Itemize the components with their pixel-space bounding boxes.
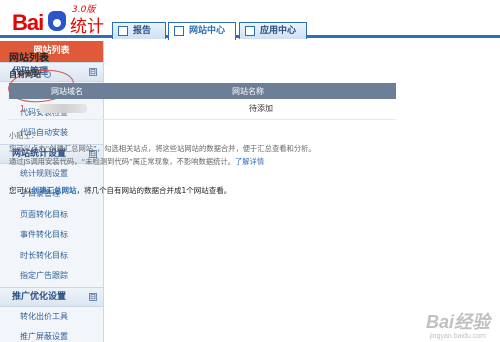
learn-more-link[interactable]: 了解详情 [235,157,264,166]
watermark-logo: Bai经验 [425,312,490,332]
row-index: 1 [9,99,29,120]
help-icon[interactable] [44,71,51,78]
tips-line: 通过JS调用安装代码，“未检测到代码”属正常现象，不影响数据统计。了解详情 [9,155,399,168]
tips-heading: 小贴士： [9,131,39,140]
tab-report[interactable]: 报告 [112,22,166,39]
own-sites-text: 自有网站 [9,70,41,79]
tab-site-center[interactable]: 网站中心 [168,22,236,40]
create-suffix: ，将几个自有网站的数据合并成1个网站查看。 [76,186,232,195]
sidebar-item-event-goal[interactable]: 事件转化目标 [0,225,103,246]
table-header-domain: 网站域名 [29,83,224,99]
sidebar-item-bid-tool[interactable]: 转化出价工具 [0,307,103,328]
tips-text: 通过JS调用安装代码，“未检测到代码”属正常现象，不影响数据统计。 [9,157,235,166]
tab-app-center[interactable]: 应用中心 [239,22,307,39]
tab-label: 报告 [133,26,152,36]
logo-version: 3.0版 [72,5,96,15]
top-header: Bai 统计 3.0版 报告 网站中心 应用中心 [0,0,500,40]
collapse-icon[interactable]: ⊟ [89,292,97,301]
table-row[interactable]: 1 待添加 [9,99,396,120]
baidu-tongji-logo[interactable]: Bai 统计 3.0版 [12,5,107,37]
tab-label: 应用中心 [260,26,297,36]
sidebar-item-block-settings[interactable]: 推广屏蔽设置 [0,327,103,342]
page-title: 网站列表 [9,53,49,64]
tips-line: 您可以点击“创建汇总网站”，勾选相关站点，将这些站网站的数据合并，便于汇总查看和… [9,144,316,153]
row-site-name: 待添加 [224,99,396,120]
tips-box: 小贴士： 您可以点击“创建汇总网站”，勾选相关站点，将这些站网站的数据合并，便于… [9,129,399,168]
sidebar-item-page-goal[interactable]: 页面转化目标 [0,205,103,226]
logo-brand-text: Bai [12,10,44,35]
own-sites-label: 自有网站 [9,69,51,80]
watermark-url: jingyan.baidu.com [429,333,486,340]
table-header-index [9,83,29,99]
redacted-domain [39,104,87,114]
table-header-name: 网站名称 [224,83,396,99]
collapse-icon[interactable]: ⊟ [89,68,97,76]
logo-product-text: 统计 [70,17,104,37]
create-summary-line: 您可以创建汇总网站，将几个自有网站的数据合并成1个网站查看。 [9,185,231,196]
sidebar-item-ad-tracking[interactable]: 指定广告跟踪 [0,266,103,287]
row-domain[interactable] [29,99,224,120]
paw-icon [48,11,66,31]
create-summary-site-link[interactable]: 创建汇总网站 [32,186,77,195]
tab-label: 网站中心 [189,26,226,36]
grid-icon [245,26,255,36]
create-prefix: 您可以 [9,186,32,195]
edit-icon [174,26,184,36]
sidebar-group-title: 推广优化设置 [12,291,67,302]
sidebar-group-promo-settings[interactable]: 推广优化设置 ⊟ [0,286,103,307]
table-header-row: 网站域名 网站名称 [9,83,396,99]
site-table: 网站域名 网站名称 1 待添加 [9,83,396,120]
report-icon [118,26,128,36]
sidebar-item-duration-goal[interactable]: 时长转化目标 [0,246,103,267]
